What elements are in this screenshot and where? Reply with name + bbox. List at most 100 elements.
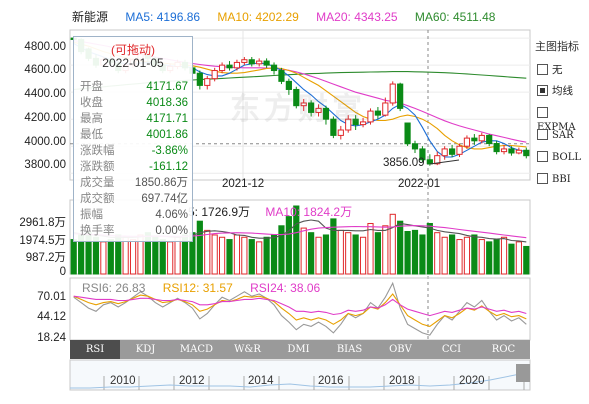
checkbox-icon bbox=[537, 107, 548, 118]
candle-body bbox=[241, 59, 248, 63]
indicator-option-bbi[interactable]: BBI bbox=[537, 172, 571, 186]
volume-bar bbox=[211, 234, 218, 275]
price-tick: 4400.00 bbox=[24, 88, 66, 100]
tab-macd[interactable]: MACD bbox=[171, 340, 222, 359]
volume-bar bbox=[471, 234, 478, 275]
volume-bar bbox=[152, 236, 159, 275]
checkbox-checked-icon bbox=[537, 85, 548, 96]
volume-tick: 987.2万 bbox=[25, 252, 66, 264]
option-label: 无 bbox=[552, 64, 563, 76]
tooltip-value: 4171.71 bbox=[146, 113, 188, 125]
volume-bar bbox=[174, 236, 181, 275]
tooltip-key: 最高 bbox=[80, 113, 103, 125]
volume-bar bbox=[359, 236, 367, 275]
candle-body bbox=[486, 134, 493, 145]
candle-body bbox=[404, 122, 411, 145]
checkbox-icon bbox=[537, 173, 548, 184]
volume-bar bbox=[256, 241, 263, 275]
volume-bar bbox=[411, 229, 419, 275]
volume-bar bbox=[241, 236, 248, 275]
candle-body bbox=[337, 129, 344, 136]
volume-bar bbox=[100, 241, 107, 275]
volume-bar bbox=[389, 213, 396, 275]
volume-bar bbox=[122, 236, 129, 275]
indicator-panel-title: 主图指标 bbox=[535, 41, 579, 53]
volume-bar bbox=[322, 234, 330, 275]
checkbox-icon bbox=[537, 129, 548, 140]
tooltip-row: 涨跌额 -161.12 bbox=[80, 159, 188, 175]
timeline-year: 2014 bbox=[248, 375, 274, 387]
rsi-legend: RSI6: 26.83 RSI12: 31.57 RSI24: 38.06 bbox=[82, 281, 320, 295]
indicator-option-sar[interactable]: SAR bbox=[537, 128, 574, 142]
checkbox-icon bbox=[537, 151, 548, 162]
date-label: 2022-01 bbox=[398, 178, 441, 190]
candle-body bbox=[508, 148, 515, 154]
tab-dmi[interactable]: DMI bbox=[273, 340, 324, 359]
date-label: 2021-12 bbox=[222, 178, 265, 190]
volume-tick: 1974.5万 bbox=[19, 235, 66, 247]
volume-bar bbox=[278, 225, 285, 275]
candle-body bbox=[196, 72, 203, 86]
indicator-option-none[interactable]: 无 bbox=[537, 63, 563, 77]
timeline-year: 2018 bbox=[389, 375, 415, 387]
ohlc-tooltip-panel[interactable]: (可拖动) 2022-01-05 开盘 4171.67 收盘 4018.36 最高 417… bbox=[73, 36, 193, 242]
rsi6-label: RSI6: 26.83 bbox=[82, 281, 146, 295]
candle-body bbox=[523, 149, 530, 157]
tooltip-value: 1850.86万 bbox=[134, 177, 188, 189]
indicator-option-expma[interactable]: EXPMA bbox=[537, 106, 589, 133]
tooltip-row: 收盘 4018.36 bbox=[80, 95, 188, 111]
candle-body bbox=[211, 70, 218, 80]
tab-bias[interactable]: BIAS bbox=[324, 340, 375, 359]
volume-bar bbox=[315, 236, 322, 275]
candle-body bbox=[233, 61, 241, 69]
option-label: 均线 bbox=[552, 85, 573, 97]
tab-obv[interactable]: OBV bbox=[375, 340, 426, 359]
volume-bar bbox=[404, 231, 411, 275]
tab-kdj[interactable]: KDJ bbox=[120, 340, 171, 359]
tooltip-key: 振幅 bbox=[80, 209, 103, 221]
rsi12-label: RSI12: 31.57 bbox=[162, 281, 233, 295]
tab-rsi[interactable]: RSI bbox=[70, 340, 120, 359]
tooltip-row: 最高 4171.71 bbox=[80, 111, 188, 127]
indicator-option-ma[interactable]: 均线 bbox=[537, 84, 573, 98]
checkbox-icon bbox=[537, 64, 548, 75]
candle-body bbox=[515, 149, 522, 154]
volume-bar bbox=[500, 236, 508, 275]
volume-bar bbox=[419, 234, 426, 275]
candle-body bbox=[493, 143, 500, 153]
price-tick: 4000.00 bbox=[24, 136, 66, 148]
candle-body bbox=[500, 148, 508, 153]
volume-bar bbox=[478, 239, 485, 275]
candle-body bbox=[426, 159, 433, 165]
volume-bar bbox=[196, 220, 203, 275]
volume-bar bbox=[352, 234, 359, 275]
volume-bar bbox=[515, 241, 522, 275]
tab-roc[interactable]: ROC bbox=[477, 340, 530, 359]
volume-bar bbox=[449, 234, 456, 275]
timeline-year: 2020 bbox=[459, 375, 485, 387]
tooltip-value: -161.12 bbox=[148, 161, 188, 173]
timeline-year: 2010 bbox=[110, 375, 136, 387]
tab-wr[interactable]: W&R bbox=[222, 340, 273, 359]
volume-bar bbox=[263, 236, 270, 275]
volume-bar bbox=[233, 234, 241, 275]
price-tick: 3800.00 bbox=[24, 159, 66, 171]
volume-bar bbox=[159, 239, 166, 275]
tooltip-key: 成交量 bbox=[80, 177, 115, 189]
rsi-tick: 44.12 bbox=[37, 311, 66, 323]
volume-bar bbox=[70, 239, 77, 275]
volume-bar bbox=[486, 241, 493, 275]
volume-bar bbox=[374, 232, 382, 275]
rsi24-label: RSI24: 38.06 bbox=[250, 281, 321, 295]
volume-bar bbox=[226, 239, 233, 275]
indicator-option-boll[interactable]: BOLL bbox=[537, 150, 581, 164]
tab-cci[interactable]: CCI bbox=[426, 340, 477, 359]
candle-body bbox=[367, 110, 374, 123]
volume-bar bbox=[92, 236, 100, 275]
tooltip-value: 4171.67 bbox=[146, 81, 188, 93]
volume-bar bbox=[337, 229, 344, 275]
candle-body bbox=[478, 134, 485, 142]
tooltip-key: 开盘 bbox=[80, 81, 103, 93]
candle-body bbox=[374, 110, 382, 116]
vol-ma5-label: 5: 1726.9万 bbox=[188, 205, 251, 219]
